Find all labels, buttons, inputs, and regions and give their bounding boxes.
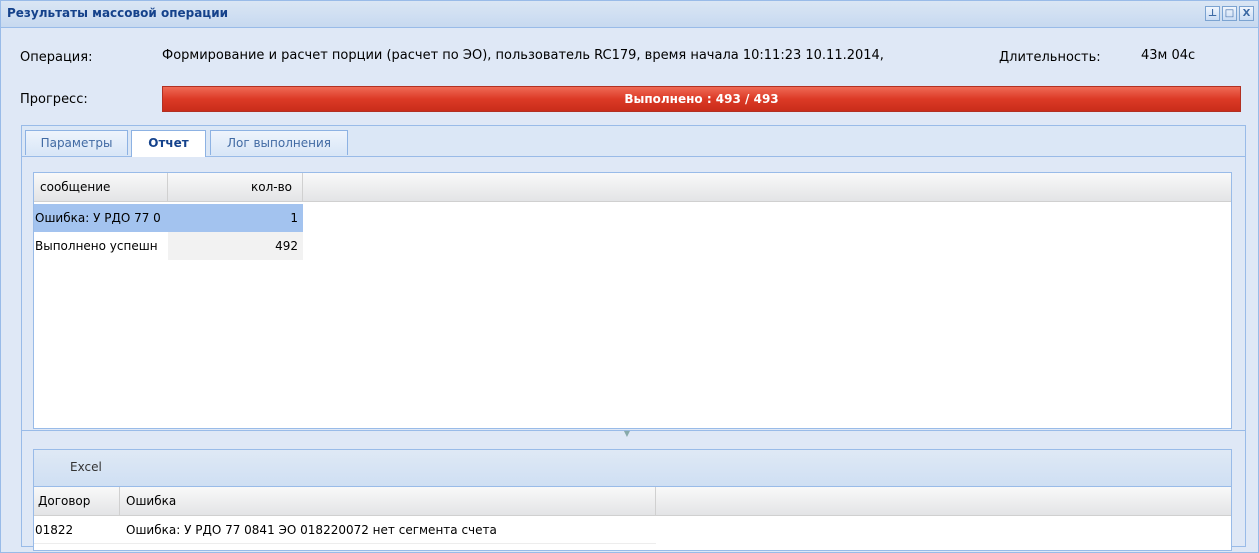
- tab-execution-log[interactable]: Лог выполнения: [210, 130, 348, 155]
- report-tabpanel: Параметры Отчет Лог выполнения сообщение…: [21, 125, 1246, 551]
- duration-label: Длительность:: [999, 50, 1101, 65]
- close-icon[interactable]: X: [1239, 6, 1254, 21]
- progress-bar: Выполнено : 493 / 493: [162, 86, 1241, 112]
- progress-label: Прогресс:: [20, 92, 88, 107]
- tab-parameters[interactable]: Параметры: [25, 130, 128, 155]
- error-grid-header: Договор Ошибка: [34, 487, 1231, 516]
- panel-splitter[interactable]: ▼: [22, 430, 1245, 441]
- cell-message: Ошибка: У РДО 77 0: [34, 204, 168, 232]
- progress-text: Выполнено : 493 / 493: [624, 92, 779, 106]
- report-grid: сообщение кол-во Ошибка: У РДО 77 0 1 Вы…: [33, 172, 1232, 429]
- cell-contract: 01822: [34, 516, 120, 544]
- mass-operation-results-window: Результаты массовой операции ⊥ □ X Опера…: [0, 0, 1259, 553]
- pin-icon[interactable]: ⊥: [1205, 6, 1220, 21]
- error-grid-toolbar: Excel: [34, 450, 1231, 487]
- window-titlebar[interactable]: Результаты массовой операции ⊥ □ X: [1, 1, 1258, 28]
- column-header-message[interactable]: сообщение: [34, 173, 168, 201]
- window-tools: ⊥ □ X: [1205, 6, 1254, 21]
- tab-report[interactable]: Отчет: [131, 130, 206, 157]
- operation-label: Операция:: [20, 50, 93, 65]
- column-header-contract[interactable]: Договор: [34, 487, 120, 515]
- cell-message: Выполнено успешн: [35, 239, 158, 253]
- tab-strip: Параметры Отчет Лог выполнения: [22, 126, 1245, 157]
- window-title: Результаты массовой операции: [7, 6, 229, 20]
- operation-description: Формирование и расчет порции (расчет по …: [162, 48, 884, 63]
- column-header-count[interactable]: кол-во: [168, 173, 303, 201]
- duration-value: 43м 04с: [1141, 48, 1196, 63]
- collapse-arrow-icon[interactable]: ▼: [607, 430, 647, 438]
- cell-error: Ошибка: У РДО 77 0841 ЭО 018220072 нет с…: [120, 516, 656, 544]
- cell-count: 1: [168, 204, 303, 232]
- column-header-error[interactable]: Ошибка: [120, 487, 656, 515]
- maximize-icon[interactable]: □: [1222, 6, 1237, 21]
- report-grid-header: сообщение кол-во: [34, 173, 1231, 202]
- cell-count: 492: [168, 232, 303, 260]
- excel-export-button[interactable]: Excel: [70, 460, 102, 474]
- error-grid: Excel Договор Ошибка 01822 Ошибка: У РДО…: [33, 449, 1232, 551]
